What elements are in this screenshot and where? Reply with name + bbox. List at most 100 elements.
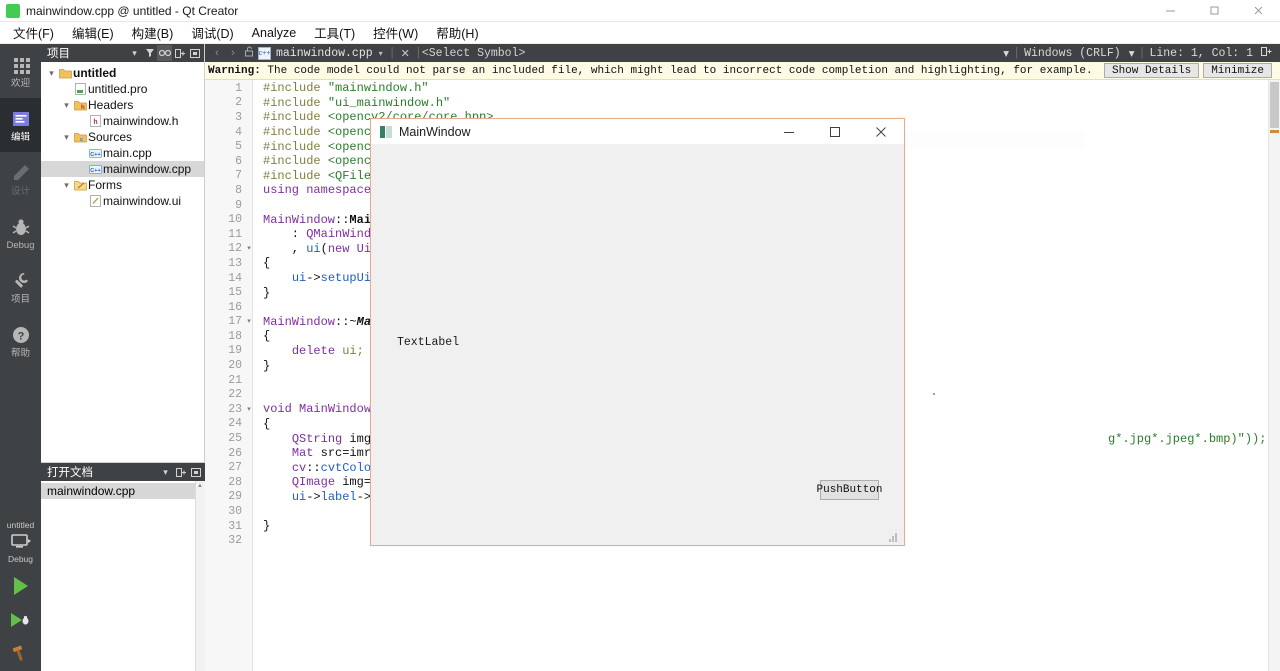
show-details-button[interactable]: Show Details bbox=[1103, 63, 1200, 78]
line-ending-caret[interactable]: ▾ bbox=[1125, 46, 1139, 61]
split-editor-icon[interactable] bbox=[1257, 46, 1280, 60]
kit-selector[interactable]: untitled Debug bbox=[0, 519, 41, 569]
mode-2[interactable]: 编辑 bbox=[0, 98, 41, 152]
navigate-back-icon[interactable]: ‹ bbox=[209, 47, 225, 59]
code-token: ui bbox=[291, 489, 307, 504]
monitor-icon bbox=[10, 531, 32, 553]
menu-file[interactable]: 文件(F) bbox=[4, 21, 63, 44]
open-documents-scrollbar[interactable] bbox=[195, 481, 205, 671]
mode-6[interactable]: ? 帮助 bbox=[0, 314, 41, 368]
push-button[interactable]: PushButton bbox=[817, 480, 883, 500]
code-token: -> bbox=[306, 489, 321, 504]
menu-help[interactable]: 帮助(H) bbox=[427, 21, 487, 44]
code-token: #include bbox=[263, 110, 328, 125]
filter-icon[interactable] bbox=[142, 45, 157, 61]
editor-icon bbox=[10, 108, 32, 130]
maximize-button[interactable] bbox=[1192, 0, 1236, 22]
menu-analyze[interactable]: Analyze bbox=[243, 24, 305, 42]
chevron-down-icon[interactable]: ▾ bbox=[60, 132, 73, 143]
mode-4[interactable]: Debug bbox=[0, 206, 41, 260]
fold-toggle-icon[interactable]: ▾ bbox=[245, 405, 253, 414]
mainwindow-title: MainWindow bbox=[399, 124, 471, 139]
chevron-down-icon[interactable]: ▾ bbox=[60, 100, 73, 111]
unlock-icon[interactable] bbox=[241, 46, 258, 60]
tree-item-sources[interactable]: ▾ c Sources bbox=[41, 129, 204, 145]
qt-creator-icon bbox=[6, 3, 20, 18]
mainwindow-close-button[interactable] bbox=[858, 119, 904, 145]
tree-item-mainwindow-ui[interactable]: mainwindow.ui bbox=[41, 193, 204, 209]
chevron-down-icon[interactable]: ▾ bbox=[127, 45, 142, 61]
mode-1[interactable]: 欢迎 bbox=[0, 44, 41, 98]
line-ending-selector[interactable]: Windows (CRLF) bbox=[1020, 47, 1125, 60]
line-number: 18 bbox=[228, 329, 242, 343]
editor-vertical-scrollbar[interactable] bbox=[1268, 80, 1280, 671]
link-icon[interactable] bbox=[157, 45, 172, 61]
code-token: cv bbox=[291, 460, 307, 475]
warning-actions: Show Details Minimize bbox=[1103, 63, 1280, 78]
code-text: QImage img=QI bbox=[253, 475, 386, 489]
tree-item-forms[interactable]: ▾ Forms bbox=[41, 177, 204, 193]
close-panel-icon[interactable] bbox=[187, 45, 202, 61]
code-text: QString img_n bbox=[253, 432, 386, 446]
tree-item-label: untitled bbox=[73, 66, 117, 80]
line-number: 17 bbox=[228, 315, 242, 329]
encoding-dropdown-caret[interactable]: ▾ bbox=[999, 46, 1013, 61]
close-panel-icon[interactable] bbox=[188, 464, 203, 480]
mode-label: 设计 bbox=[10, 185, 30, 197]
code-token: { bbox=[263, 416, 271, 431]
minimize-button[interactable] bbox=[1148, 0, 1192, 22]
rail-bottom-actions: untitled Debug bbox=[0, 519, 41, 671]
build-button[interactable] bbox=[0, 637, 41, 671]
code-token: -> bbox=[306, 271, 321, 286]
fold-toggle-icon[interactable]: ▾ bbox=[245, 317, 253, 326]
line-number: 6 bbox=[235, 154, 242, 168]
tree-item-untitled-pro[interactable]: untitled.pro bbox=[41, 81, 204, 97]
tree-item-mainwindow-cpp[interactable]: C++ mainwindow.cpp bbox=[41, 161, 204, 177]
close-button[interactable] bbox=[1236, 0, 1280, 22]
tree-item-headers[interactable]: ▾ h Headers bbox=[41, 97, 204, 113]
scrollbar-thumb[interactable] bbox=[1270, 82, 1279, 128]
split-icon[interactable] bbox=[172, 45, 187, 61]
run-button[interactable] bbox=[0, 569, 41, 603]
code-token: MainWindow bbox=[263, 212, 336, 227]
forms-icon bbox=[73, 179, 88, 192]
tree-item-mainwindow-h[interactable]: h mainwindow.h bbox=[41, 113, 204, 129]
debug-button[interactable] bbox=[0, 603, 41, 637]
editor-filename[interactable]: mainwindow.cpp bbox=[276, 47, 373, 60]
navigate-forward-icon[interactable]: › bbox=[225, 47, 241, 59]
code-token: setupUi bbox=[320, 271, 372, 286]
chevron-down-icon[interactable]: ▾ bbox=[45, 68, 58, 79]
tree-item-main-cpp[interactable]: C++ main.cpp bbox=[41, 145, 204, 161]
resize-grip[interactable] bbox=[889, 531, 900, 542]
cpp-file-icon: C++ bbox=[88, 147, 103, 160]
menu-debug[interactable]: 调试(D) bbox=[182, 21, 242, 44]
symbol-selector[interactable]: <Select Symbol> bbox=[422, 47, 526, 60]
cursor-position-indicator[interactable]: Line: 1, Col: 1 bbox=[1145, 47, 1257, 60]
chevron-down-icon[interactable]: ▾ bbox=[158, 464, 173, 480]
fold-toggle-icon[interactable]: ▾ bbox=[245, 244, 253, 253]
close-document-icon[interactable]: ✕ bbox=[396, 47, 415, 60]
mainwindow-maximize-button[interactable] bbox=[812, 119, 858, 145]
code-token: #include bbox=[263, 168, 328, 183]
menu-tools[interactable]: 工具(T) bbox=[305, 21, 364, 44]
minimize-warning-button[interactable]: Minimize bbox=[1203, 63, 1272, 78]
menu-build[interactable]: 构建(B) bbox=[123, 21, 183, 44]
menu-edit[interactable]: 编辑(E) bbox=[63, 21, 123, 44]
mainwindow-controls bbox=[766, 119, 904, 145]
split-icon[interactable] bbox=[173, 464, 188, 480]
open-document-item[interactable]: mainwindow.cpp bbox=[41, 483, 205, 499]
chevron-down-icon[interactable]: ▾ bbox=[60, 180, 73, 191]
editor-file-dropdown[interactable]: ▾ bbox=[373, 49, 389, 58]
project-tree: ▾ untitled untitled.pro ▾ h Headers h mainwindo… bbox=[41, 62, 204, 209]
mainwindow-minimize-button[interactable] bbox=[766, 119, 812, 145]
sources-icon: c bbox=[73, 131, 88, 144]
tree-item-untitled[interactable]: ▾ untitled bbox=[41, 65, 204, 81]
menubar: 文件(F) 编辑(E) 构建(B) 调试(D) Analyze 工具(T) 控件(W) 帮助(… bbox=[0, 22, 1280, 44]
menu-window[interactable]: 控件(W) bbox=[364, 21, 427, 44]
code-token: #include bbox=[263, 95, 328, 110]
mode-label: Debug bbox=[6, 239, 35, 251]
mode-5[interactable]: 项目 bbox=[0, 260, 41, 314]
